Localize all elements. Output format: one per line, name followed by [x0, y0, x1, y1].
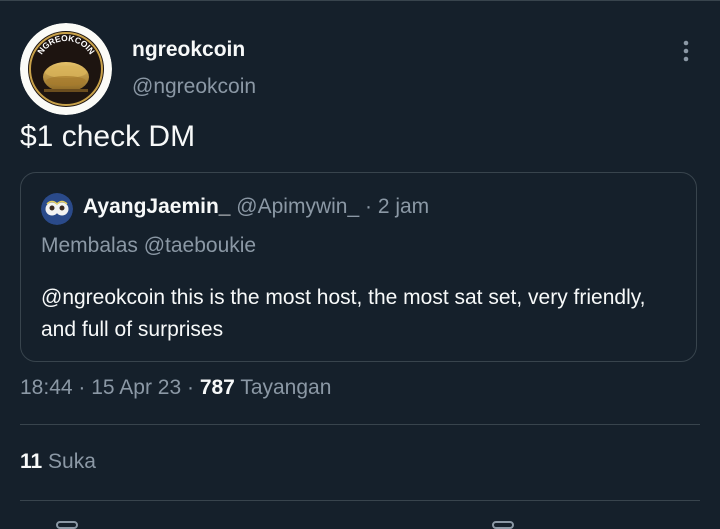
likes-link[interactable]: 11 Suka: [20, 450, 96, 474]
views-label: Tayangan: [234, 376, 332, 399]
replying-to: Membalas @taeboukie: [41, 234, 256, 258]
quoted-handle[interactable]: @Apimywin_: [236, 195, 359, 218]
display-name[interactable]: ngreokcoin: [132, 38, 245, 62]
quoted-tweet-card[interactable]: AyangJaemin_ @Apimywin_ · 2 jam Membalas…: [20, 172, 697, 362]
divider: [20, 424, 700, 425]
coin-logo-icon: NGREOKCOIN: [20, 23, 112, 115]
likes-label: Suka: [42, 450, 96, 473]
quoted-display-name[interactable]: AyangJaemin_: [83, 195, 230, 218]
replying-to-handle[interactable]: @taeboukie: [144, 234, 256, 257]
replying-to-label: Membalas: [41, 234, 144, 257]
tweet-text: $1 check DM: [20, 120, 196, 153]
avatar-image-icon: [41, 193, 73, 225]
divider: [20, 500, 700, 501]
views-count: 787: [199, 376, 235, 399]
more-vertical-icon: [683, 40, 689, 62]
top-divider: [0, 0, 720, 1]
separator-dot: ·: [181, 376, 200, 399]
bookmark-icon[interactable]: [492, 521, 514, 529]
quoted-timestamp[interactable]: 2 jam: [378, 195, 429, 218]
quoted-tweet-text: @ngreokcoin this is the most host, the m…: [41, 286, 646, 341]
reply-icon[interactable]: [56, 521, 78, 529]
quoted-avatar: [41, 193, 73, 225]
tweet-meta: 18:44 · 15 Apr 23 · 787 Tayangan: [20, 376, 331, 400]
separator-dot: ·: [359, 195, 378, 218]
user-handle[interactable]: @ngreokcoin: [132, 75, 256, 99]
quoted-header: AyangJaemin_ @Apimywin_ · 2 jam: [83, 195, 429, 219]
more-options-button[interactable]: [670, 36, 702, 66]
avatar[interactable]: NGREOKCOIN: [20, 23, 112, 115]
tweet-time[interactable]: 18:44: [20, 376, 73, 399]
tweet-date[interactable]: 15 Apr 23: [91, 376, 181, 399]
separator-dot: ·: [72, 376, 92, 399]
likes-count: 11: [20, 450, 43, 473]
